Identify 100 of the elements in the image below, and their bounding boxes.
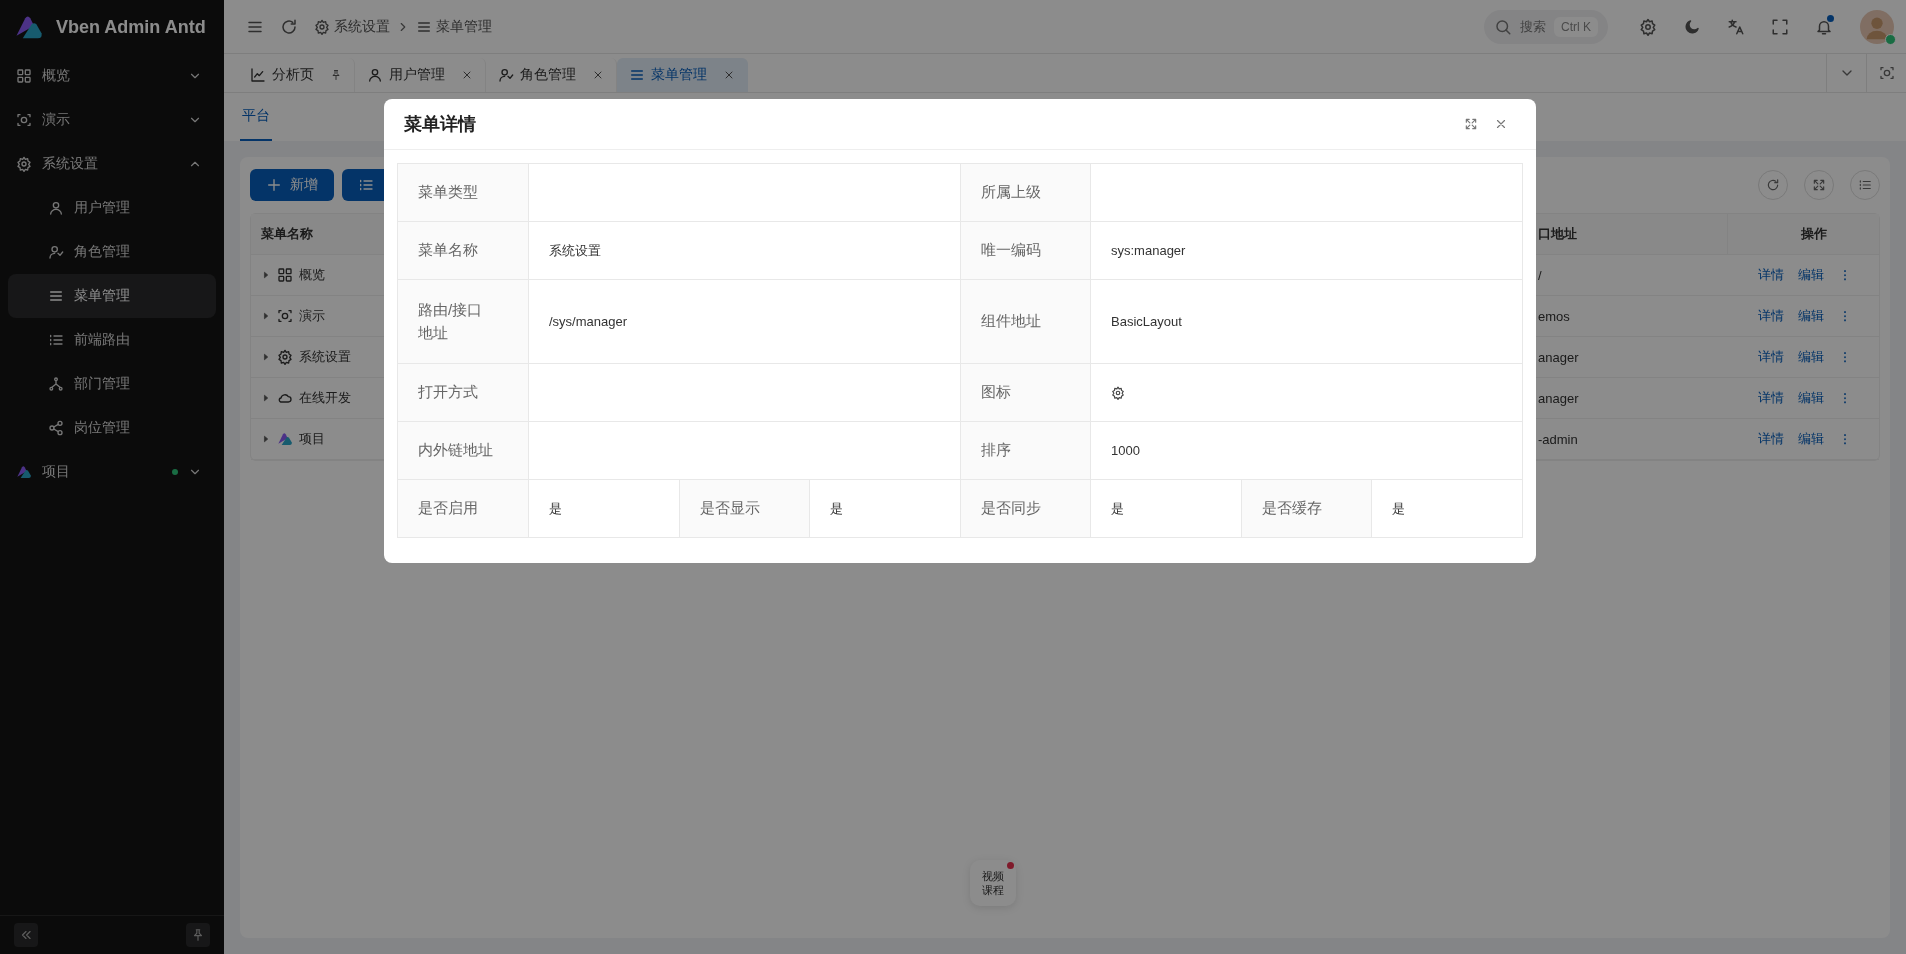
expand-icon	[1812, 178, 1826, 192]
settings-icon	[1111, 385, 1125, 400]
tab[interactable]: 用户管理	[355, 58, 486, 92]
action-link[interactable]: 编辑	[1798, 348, 1824, 366]
plus-icon	[266, 177, 282, 193]
list-icon	[358, 177, 374, 193]
grid-icon	[16, 68, 32, 84]
field-label: 路由/接口地址	[398, 280, 529, 364]
table-cell: 在线开发	[299, 389, 351, 407]
settings-icon	[314, 18, 330, 35]
field-label: 唯一编码	[961, 222, 1091, 280]
table-cell-text: anager	[1537, 389, 1580, 408]
online-dot	[1885, 33, 1896, 45]
expand-toggle[interactable]	[261, 270, 271, 280]
hierarchy-icon	[48, 376, 64, 392]
submenu-item[interactable]: 岗位管理	[8, 406, 216, 450]
logo-icon	[277, 431, 293, 447]
field-label: 内外链地址	[398, 422, 529, 480]
list-icon	[629, 67, 645, 83]
settings-icon	[1639, 17, 1657, 36]
user-silhouette-icon	[1860, 9, 1894, 44]
field-label: 是否显示	[680, 480, 810, 538]
field-label: 组件地址	[961, 280, 1091, 364]
action-link[interactable]: 详情	[1758, 389, 1784, 407]
caret-icon	[261, 311, 271, 321]
submenu-item[interactable]: 菜单管理	[8, 274, 216, 318]
tab[interactable]: 分析页	[238, 58, 355, 92]
action-link[interactable]: 编辑	[1798, 389, 1824, 407]
search-field[interactable]: 搜索 Ctrl K	[1484, 9, 1608, 44]
action-link[interactable]: 编辑	[1798, 430, 1824, 448]
caret-icon	[261, 352, 271, 362]
focus-icon	[1878, 65, 1895, 81]
submenu-item[interactable]: 用户管理	[8, 186, 216, 230]
chart-icon	[250, 67, 266, 83]
double-chevron-icon	[19, 928, 33, 942]
menu-item[interactable]: 概览	[0, 54, 224, 98]
field-label: 所属上级	[961, 164, 1091, 222]
action-link[interactable]: 编辑	[1798, 307, 1824, 325]
submenu-item[interactable]: 部门管理	[8, 362, 216, 406]
menu-item[interactable]: 项目	[0, 450, 224, 494]
translate-icon	[1727, 17, 1745, 36]
field-label: 菜单名称	[398, 222, 529, 280]
action-link[interactable]: 详情	[1758, 348, 1784, 366]
user-icon	[48, 200, 64, 216]
field-value: sys:manager	[1091, 222, 1523, 280]
close-icon	[723, 69, 735, 81]
caret-icon	[261, 393, 271, 403]
refresh-icon	[280, 17, 298, 36]
pin-icon	[330, 69, 342, 81]
search-icon	[1494, 17, 1512, 36]
breadcrumb-item[interactable]: 菜单管理	[416, 17, 492, 36]
grid-icon	[277, 267, 293, 283]
tab[interactable]: 菜单管理	[617, 58, 748, 92]
action-link[interactable]: 详情	[1758, 307, 1784, 325]
floating-widget[interactable]: 视频课程	[970, 860, 1016, 906]
field-label: 排序	[961, 422, 1091, 480]
field-value: BasicLayout	[1091, 280, 1523, 364]
field-label: 打开方式	[398, 364, 529, 422]
table-cell: 项目	[299, 430, 325, 448]
field-value: 是	[1372, 480, 1523, 538]
refresh-icon	[1766, 178, 1780, 192]
settings-icon	[16, 156, 32, 172]
settings-icon	[277, 349, 293, 365]
pin-icon	[191, 928, 205, 942]
list-icon	[1858, 178, 1872, 192]
field-label: 图标	[961, 364, 1091, 422]
menu-item[interactable]: 演示	[0, 98, 224, 142]
expand-toggle[interactable]	[261, 434, 271, 444]
user-icon	[367, 67, 383, 83]
collapse-button[interactable]	[14, 923, 38, 947]
users-icon	[48, 244, 64, 260]
action-link[interactable]: 详情	[1758, 430, 1784, 448]
expand-toggle[interactable]	[261, 352, 271, 362]
table-cell-text: /	[1537, 266, 1543, 285]
table-cell: 演示	[299, 307, 325, 325]
field-label: 是否启用	[398, 480, 529, 538]
moon-icon	[1683, 17, 1701, 36]
expand-toggle[interactable]	[261, 393, 271, 403]
widget-label: 视频课程	[982, 868, 1004, 898]
users-icon	[498, 67, 514, 83]
focus-icon	[16, 112, 32, 128]
menu-item[interactable]: 系统设置	[0, 142, 224, 186]
logo-icon	[14, 14, 44, 40]
avatar[interactable]	[1860, 9, 1894, 44]
expand-toggle[interactable]	[261, 311, 271, 321]
submenu-item[interactable]: 角色管理	[8, 230, 216, 274]
tab[interactable]: 平台	[240, 93, 272, 141]
breadcrumb-item[interactable]: 系统设置	[314, 17, 390, 36]
submenu-item[interactable]: 前端路由	[8, 318, 216, 362]
fullscreen-icon	[1771, 17, 1789, 36]
add-button[interactable]: 新增	[250, 169, 334, 201]
pin-button[interactable]	[186, 923, 210, 947]
field-label: 是否同步	[961, 480, 1091, 538]
dialog-title: 菜单详情	[404, 113, 476, 136]
shortcut-hint: Ctrl K	[1554, 16, 1598, 37]
field-label: 是否缓存	[1242, 480, 1372, 538]
close-icon	[461, 69, 473, 81]
table-cell: 系统设置	[299, 348, 351, 366]
action-link[interactable]: 详情	[1758, 266, 1784, 284]
action-link[interactable]: 编辑	[1798, 266, 1824, 284]
